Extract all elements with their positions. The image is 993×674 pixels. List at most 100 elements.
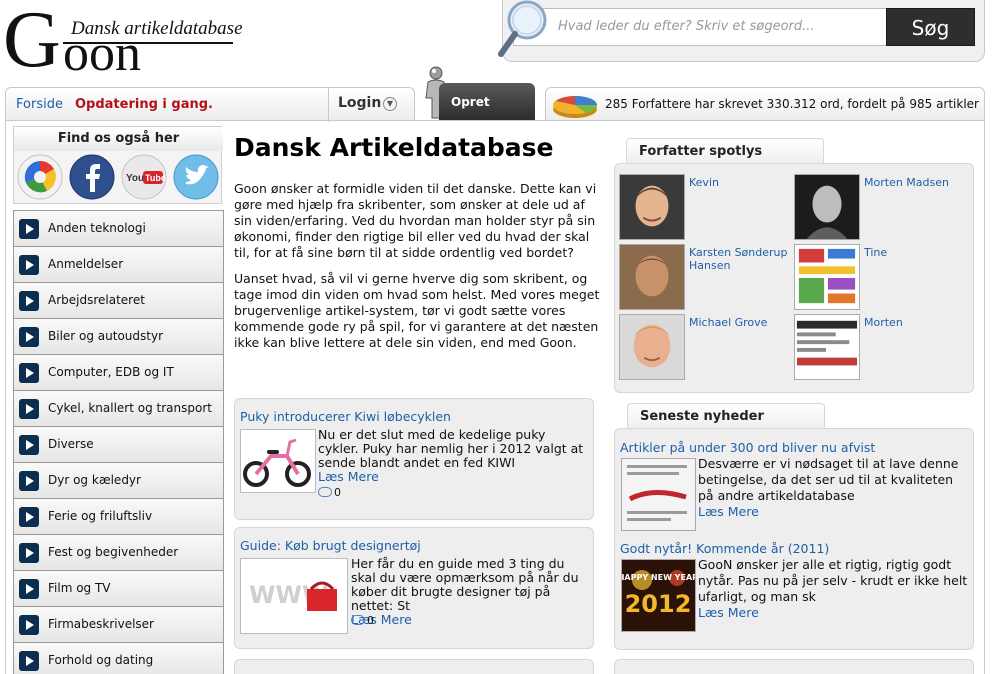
play-arrow-icon bbox=[19, 219, 39, 239]
play-arrow-icon bbox=[19, 291, 39, 311]
play-arrow-icon bbox=[19, 615, 39, 635]
news-thumbnail[interactable] bbox=[621, 458, 696, 531]
news-image-caption: HAPPY NEW YEAR bbox=[622, 573, 695, 582]
play-arrow-icon bbox=[19, 435, 39, 455]
nav-home-link[interactable]: Forside bbox=[16, 97, 63, 112]
twitter-icon[interactable] bbox=[173, 154, 219, 200]
intro-paragraph: Uanset hvad, så vil vi gerne hverve dig … bbox=[234, 271, 600, 350]
category-item[interactable]: Forhold og dating bbox=[13, 642, 224, 674]
comment-count[interactable]: 0 bbox=[351, 614, 374, 627]
news-excerpt: GooN ønsker jer alle et rigtig, rigtig g… bbox=[698, 557, 968, 621]
author-card[interactable]: Morten bbox=[794, 314, 964, 380]
category-item[interactable]: Cykel, knallert og transport bbox=[13, 390, 224, 426]
article-excerpt: Nu er det slut med de kedelige puky cykl… bbox=[318, 428, 588, 484]
article-title-link[interactable]: Puky introducerer Kiwi løbecyklen bbox=[240, 409, 451, 424]
logo-tagline: Dansk artikeldatabase bbox=[71, 18, 243, 39]
play-arrow-icon bbox=[19, 399, 39, 419]
category-label: Arbejdsrelateret bbox=[48, 293, 145, 307]
category-label: Ferie og friluftsliv bbox=[48, 509, 153, 523]
author-card[interactable]: Karsten Sønderup Hansen bbox=[619, 244, 789, 310]
author-name: Michael Grove bbox=[689, 316, 768, 329]
search-button[interactable]: Søg bbox=[886, 8, 975, 46]
google-icon[interactable] bbox=[17, 154, 63, 200]
login-button[interactable]: Login bbox=[338, 95, 381, 111]
social-box-title: Find os også her bbox=[14, 127, 223, 151]
comment-icon bbox=[318, 487, 332, 497]
read-more-link[interactable]: Læs Mere bbox=[698, 605, 759, 620]
play-arrow-icon bbox=[19, 255, 39, 275]
category-item[interactable]: Diverse bbox=[13, 426, 224, 462]
author-name: Tine bbox=[864, 246, 888, 259]
category-item[interactable]: Ferie og friluftsliv bbox=[13, 498, 224, 534]
category-item[interactable]: Dyr og kæledyr bbox=[13, 462, 224, 498]
create-user-button[interactable]: Opret bruger bbox=[439, 83, 535, 147]
news-panel-next bbox=[614, 659, 974, 674]
main-nav: Forside Opdatering i gang. Login ▼ bbox=[5, 87, 415, 122]
svg-text:You: You bbox=[126, 173, 144, 184]
read-more-link[interactable]: Læs Mere bbox=[318, 469, 379, 484]
comment-count-value: 0 bbox=[334, 486, 341, 499]
play-arrow-icon bbox=[19, 363, 39, 383]
category-label: Film og TV bbox=[48, 581, 111, 595]
author-photo bbox=[619, 314, 685, 380]
author-card[interactable]: Kevin bbox=[619, 174, 789, 240]
category-label: Anmeldelser bbox=[48, 257, 124, 271]
news-excerpt-text: GooN ønsker jer alle et rigtig, rigtig g… bbox=[698, 557, 968, 604]
author-photo bbox=[794, 244, 860, 310]
author-name: Karsten Sønderup Hansen bbox=[689, 246, 788, 272]
svg-text:Tube: Tube bbox=[145, 173, 166, 183]
search-icon bbox=[498, 0, 547, 57]
category-item[interactable]: Firmabeskrivelser bbox=[13, 606, 224, 642]
article-title-link[interactable]: Guide: Køb brugt designertøj bbox=[240, 538, 421, 553]
intro-paragraph: Goon ønsker at formidle viden til det da… bbox=[234, 181, 597, 260]
category-item[interactable]: Anden teknologi bbox=[13, 210, 224, 246]
site-logo[interactable]: G oon Dansk artikeldatabase bbox=[3, 0, 243, 80]
youtube-icon[interactable]: You Tube bbox=[121, 154, 167, 200]
category-label: Diverse bbox=[48, 437, 94, 451]
category-item[interactable]: Biler og autoudstyr bbox=[13, 318, 224, 354]
nav-status: Opdatering i gang. bbox=[75, 97, 213, 112]
article-excerpt-text: Her får du en guide med 3 ting du skal d… bbox=[351, 556, 579, 613]
article-card bbox=[234, 659, 594, 674]
play-arrow-icon bbox=[19, 327, 39, 347]
nav-divider bbox=[328, 88, 329, 122]
author-photo bbox=[619, 244, 685, 310]
category-item[interactable]: Arbejdsrelateret bbox=[13, 282, 224, 318]
category-list: Anden teknologi Anmeldelser Arbejdsrelat… bbox=[13, 210, 224, 674]
news-title-link[interactable]: Godt nytår! Kommende år (2011) bbox=[620, 541, 829, 556]
category-label: Anden teknologi bbox=[48, 221, 146, 235]
article-card: Puky introducerer Kiwi løbecyklen Nu er … bbox=[234, 398, 594, 520]
author-card[interactable]: Morten Madsen bbox=[794, 174, 964, 240]
read-more-link[interactable]: Læs Mere bbox=[698, 504, 759, 519]
category-item[interactable]: Computer, EDB og IT bbox=[13, 354, 224, 390]
news-title-link[interactable]: Artikler på under 300 ord bliver nu afvi… bbox=[620, 440, 875, 455]
news-excerpt-text: Desværre er vi nødsaget til at lave denn… bbox=[698, 456, 959, 503]
comment-icon bbox=[351, 615, 365, 625]
logo-underline bbox=[63, 42, 233, 44]
logo-letter: G bbox=[3, 0, 61, 84]
search-input[interactable]: Hvad leder du efter? Skriv et søgeord... bbox=[513, 8, 887, 46]
article-card: Guide: Køb brugt designertøj WWW Her får… bbox=[234, 527, 594, 649]
author-name: Morten Madsen bbox=[864, 176, 949, 189]
author-card[interactable]: Tine bbox=[794, 244, 964, 310]
article-thumbnail[interactable]: WWW bbox=[240, 558, 348, 634]
pie-chart-icon bbox=[553, 96, 598, 118]
category-label: Forhold og dating bbox=[48, 653, 154, 667]
category-label: Dyr og kæledyr bbox=[48, 473, 141, 487]
news-thumbnail[interactable]: HAPPY NEW YEAR 2012 bbox=[618, 559, 698, 632]
category-item[interactable]: Film og TV bbox=[13, 570, 224, 606]
play-arrow-icon bbox=[19, 543, 39, 563]
category-label: Biler og autoudstyr bbox=[48, 329, 164, 343]
category-item[interactable]: Fest og begivenheder bbox=[13, 534, 224, 570]
comment-count[interactable]: 0 bbox=[318, 486, 341, 499]
chevron-down-icon[interactable]: ▼ bbox=[383, 97, 397, 111]
author-card[interactable]: Michael Grove bbox=[619, 314, 789, 380]
facebook-icon[interactable] bbox=[69, 154, 115, 200]
category-item[interactable]: Anmeldelser bbox=[13, 246, 224, 282]
article-thumbnail[interactable] bbox=[240, 429, 316, 493]
news-image-year: 2012 bbox=[625, 590, 692, 618]
author-photo bbox=[794, 174, 860, 240]
news-tab: Seneste nyheder bbox=[627, 403, 825, 429]
search-box: Hvad leder du efter? Skriv et søgeord...… bbox=[498, 0, 985, 62]
play-arrow-icon bbox=[19, 651, 39, 671]
